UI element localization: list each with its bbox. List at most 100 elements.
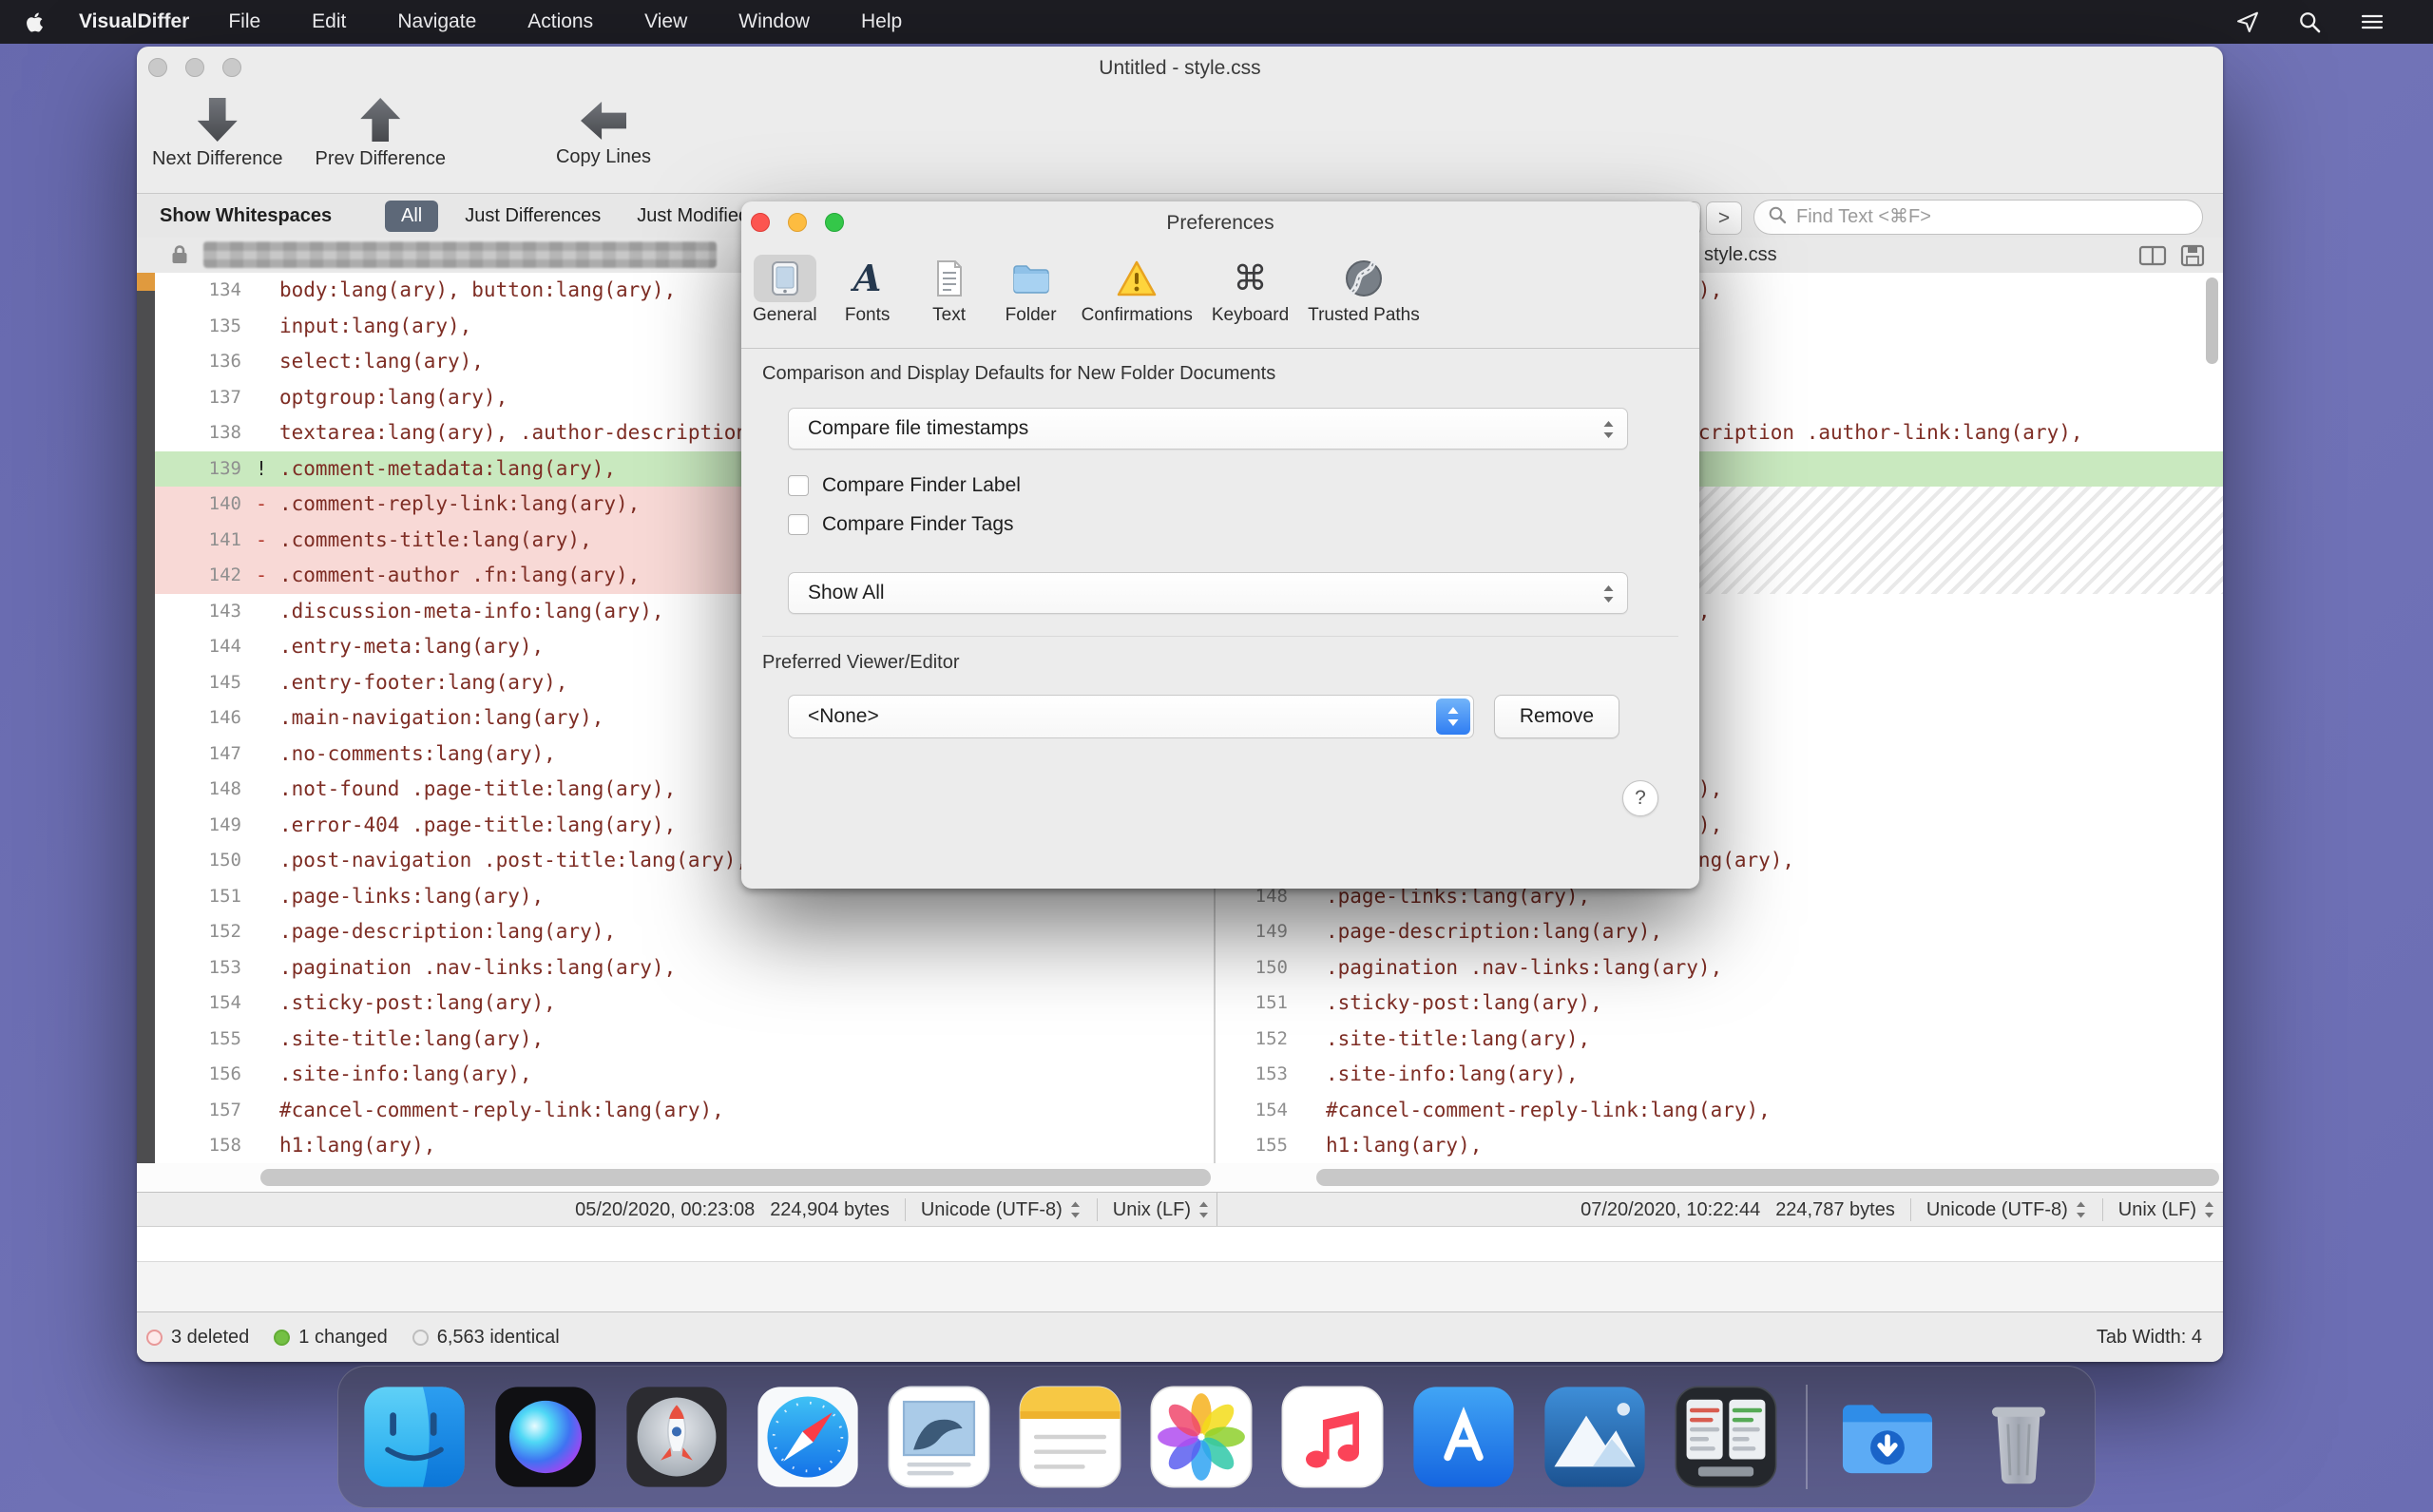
menu-window[interactable]: Window [713,0,835,44]
code-text: .comment-author .fn:lang(ary), [279,564,641,586]
right-code-line-151[interactable]: 151 .sticky-post:lang(ary), [1216,986,2223,1022]
apple-menu-icon[interactable] [25,10,45,34]
save-icon[interactable] [2180,244,2205,272]
line-number: 151 [1255,992,1288,1013]
left-code-line-152[interactable]: 152 .page-description:lang(ary), [155,914,1214,950]
dock-item-mail[interactable] [886,1384,992,1490]
right-code-line-152[interactable]: 152 .site-title:lang(ary), [1216,1022,2223,1058]
tab-width-label: Tab Width: 4 [2096,1327,2202,1348]
legend-identical-dot [412,1330,429,1346]
dock-item-visualdiffer[interactable] [1673,1384,1779,1490]
dock-item-music[interactable] [1279,1384,1386,1490]
show-filter-popup[interactable]: Show All [788,572,1628,614]
notification-center-icon[interactable] [2359,10,2385,33]
code-text: h1:lang(ary), [1326,1134,1483,1157]
left-code-line-156[interactable]: 156 .site-info:lang(ary), [155,1057,1214,1093]
viewer-editor-combo[interactable]: <None> [788,695,1474,738]
code-text: .site-info:lang(ary), [1326,1062,1579,1085]
prev-difference-button[interactable]: Prev Difference [315,98,446,170]
line-number: 138 [208,422,241,443]
arrow-down-icon [197,98,238,142]
filter-segment-just-differences[interactable]: Just Differences [455,201,610,232]
left-code-line-154[interactable]: 154 .sticky-post:lang(ary), [155,986,1214,1022]
dock-item-appstore[interactable] [1410,1384,1517,1490]
checkbox-box[interactable] [788,513,809,535]
dock-item-photos[interactable] [1148,1384,1255,1490]
prefs-tab-folder[interactable]: Folder [990,255,1072,326]
next-difference-button[interactable]: Next Difference [152,98,282,170]
dock-item-notes[interactable] [1017,1384,1123,1490]
right-encoding-popup[interactable]: Unicode (UTF-8) [1926,1199,2087,1221]
show-whitespaces-toggle[interactable]: Show Whitespaces [160,200,332,232]
left-code-line-158[interactable]: 158 h1:lang(ary), [155,1128,1214,1164]
code-text: .page-description:lang(ary), [1326,920,1663,943]
file-status-bar: 05/20/2020, 00:23:08 224,904 bytes Unico… [137,1192,2223,1227]
menu-file[interactable]: File [202,0,286,44]
line-number: 152 [208,921,241,942]
find-input[interactable] [1794,205,2189,229]
right-code-line-155[interactable]: 155 h1:lang(ary), [1216,1128,2223,1164]
menu-edit[interactable]: Edit [286,0,372,44]
remove-button[interactable]: Remove [1494,695,1619,738]
window-title-bar[interactable]: Untitled - style.css [137,47,2223,90]
preferences-title-bar[interactable]: Preferences [741,201,1699,245]
prefs-tab-text[interactable]: Text [909,255,990,326]
compare-defaults-popup[interactable]: Compare file timestamps [788,408,1628,450]
dock-item-downloads[interactable] [1834,1384,1941,1490]
checkbox-box[interactable] [788,474,809,496]
diff-marker [249,309,274,345]
prefs-tab-fonts[interactable]: A Fonts [827,255,909,326]
dock-item-siri[interactable] [492,1384,599,1490]
right-code-line-149[interactable]: 149 .page-description:lang(ary), [1216,914,2223,950]
code-text: .entry-footer:lang(ary), [279,670,568,694]
section-divider [762,636,1678,637]
find-field[interactable] [1753,200,2203,235]
checkbox-compare-finder-label[interactable]: Compare Finder Label [788,466,1021,505]
menu-help[interactable]: Help [835,0,928,44]
filter-segment-all[interactable]: All [385,200,439,232]
app-menu-title[interactable]: VisualDiffer [73,10,195,33]
dock-item-safari[interactable] [755,1384,861,1490]
keyboard-icon: ⌘ [1233,258,1268,297]
spotlight-search-icon[interactable] [2297,10,2323,35]
dock-item-launchpad[interactable] [623,1384,730,1490]
menu-actions[interactable]: Actions [502,0,619,44]
left-line-ending-popup[interactable]: Unix (LF) [1113,1199,1210,1221]
copy-lines-button[interactable]: Copy Lines [556,98,651,168]
prefs-tab-trusted-paths[interactable]: Trusted Paths [1298,255,1429,326]
cursor-tool-icon[interactable] [2234,9,2261,35]
filter-segment-just-modified[interactable]: Just Modified [627,201,758,232]
prefs-tab-general[interactable]: General [743,255,827,326]
panes-icon[interactable] [2138,244,2167,272]
diff-marker [249,808,274,844]
lock-icon[interactable] [169,243,190,271]
right-code-line-154[interactable]: 154 #cancel-comment-reply-link:lang(ary), [1216,1093,2223,1129]
prefs-tab-keyboard[interactable]: ⌘ Keyboard [1202,255,1298,326]
right-code-line-150[interactable]: 150 .pagination .nav-links:lang(ary), [1216,950,2223,986]
right-code-line-153[interactable]: 153 .site-info:lang(ary), [1216,1057,2223,1093]
line-number: 156 [208,1063,241,1084]
right-horizontal-scrollbar[interactable] [1316,1169,2219,1186]
line-number: 153 [208,956,241,978]
right-line-ending-popup[interactable]: Unix (LF) [2118,1199,2215,1221]
vertical-scrollbar[interactable] [2206,278,2218,364]
change-map-strip[interactable] [137,273,155,1164]
checkbox-compare-finder-tags[interactable]: Compare Finder Tags [788,505,1021,544]
left-encoding-popup[interactable]: Unicode (UTF-8) [921,1199,1082,1221]
help-button[interactable]: ? [1622,780,1658,816]
dock-item-mountains[interactable] [1542,1384,1648,1490]
dock-item-trash[interactable] [1965,1384,2072,1490]
find-next-button[interactable]: > [1706,201,1742,235]
dock [337,1366,2096,1508]
combo-stepper[interactable] [1436,699,1470,735]
diff-marker [249,273,274,309]
line-number: 140 [208,493,241,514]
menu-view[interactable]: View [619,0,713,44]
dock-item-finder[interactable] [361,1384,468,1490]
menu-navigate[interactable]: Navigate [372,0,502,44]
prefs-tab-confirmations[interactable]: Confirmations [1072,255,1202,326]
left-code-line-153[interactable]: 153 .pagination .nav-links:lang(ary), [155,950,1214,986]
left-code-line-155[interactable]: 155 .site-title:lang(ary), [155,1022,1214,1058]
left-horizontal-scrollbar[interactable] [260,1169,1211,1186]
left-code-line-157[interactable]: 157 #cancel-comment-reply-link:lang(ary), [155,1093,1214,1129]
